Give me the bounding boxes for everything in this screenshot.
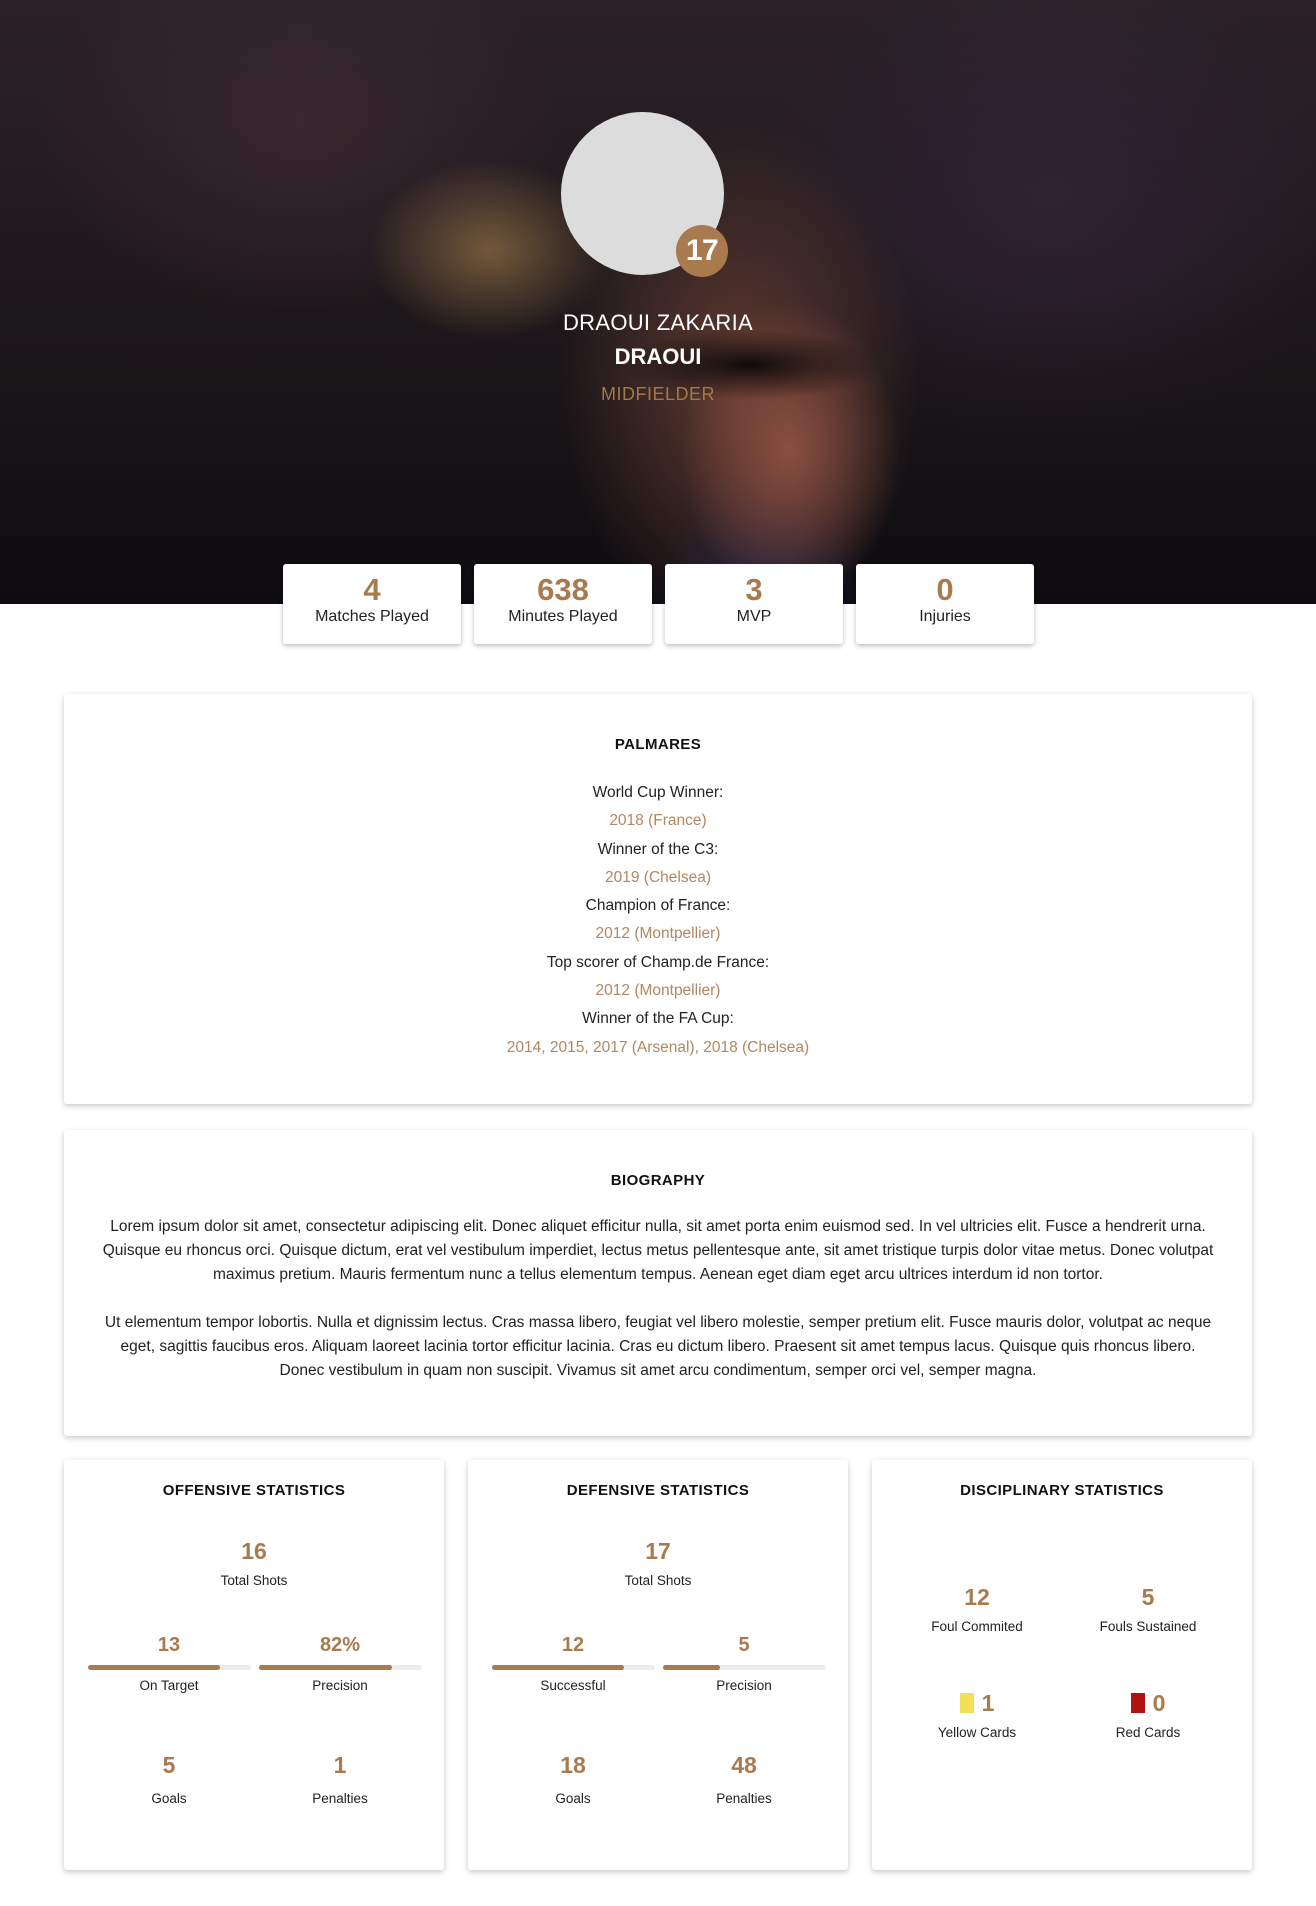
player-full-name: DRAOUI ZAKARIA [562, 310, 753, 335]
summary-value: 4 [363, 572, 381, 607]
on-target-stat: 13 On Target [84, 1634, 254, 1693]
precision-progress-bar [662, 1665, 826, 1670]
summary-cards: 4 Matches Played 638 Minutes Played 3 MV… [283, 564, 1034, 644]
stat-value: 5 [162, 1752, 176, 1778]
palmares-item-label: Winner of the C3: [597, 840, 719, 858]
precision-stat: 5 Precision [659, 1634, 829, 1693]
palmares-item-value: 2019 (Chelsea) [605, 868, 711, 886]
stat-value: 12 [964, 1584, 990, 1610]
stat-value-row: 0 [1063, 1690, 1233, 1717]
stat-label: Total Shots [220, 1573, 288, 1588]
fouls-sustained-stat: 5 Fouls Sustained [1063, 1584, 1233, 1634]
progress-fill [87, 1665, 220, 1670]
stat-label: Successful [540, 1678, 606, 1693]
stat-value-row: 1 [892, 1690, 1062, 1717]
stat-value: 16 [241, 1538, 267, 1564]
palmares-title: PALMARES [614, 736, 702, 753]
palmares-item-value: 2012 (Montpellier) [595, 982, 721, 1000]
goals-stat: 5 Goals [84, 1752, 254, 1806]
summary-label: Matches Played [315, 608, 429, 625]
stat-value: 48 [731, 1752, 757, 1778]
red-cards-stat: 0 Red Cards [1063, 1690, 1233, 1740]
total-shots-stat: 16 Total Shots [64, 1538, 444, 1588]
summary-value: 0 [936, 572, 954, 607]
disciplinary-statistics-panel: DISCIPLINARY STATISTICS 12 Foul Commited… [872, 1460, 1252, 1870]
palmares-item-value: 2018 (France) [609, 812, 707, 830]
stat-value: 0 [1152, 1690, 1166, 1716]
stat-value: 1 [333, 1752, 347, 1778]
stat-value: 17 [645, 1538, 671, 1564]
palmares-panel: PALMARES World Cup Winner: 2018 (France)… [64, 694, 1252, 1104]
stat-label: Precision [716, 1678, 772, 1693]
palmares-item-label: Winner of the FA Cup: [582, 1010, 734, 1028]
stat-value: 82% [319, 1634, 361, 1656]
jersey-number-badge: 17 [676, 225, 728, 277]
defensive-statistics-title: DEFENSIVE STATISTICS [566, 1482, 750, 1499]
goals-stat: 18 Goals [488, 1752, 658, 1806]
summary-label: Minutes Played [508, 608, 618, 625]
summary-value: 3 [745, 572, 763, 607]
on-target-progress-bar [87, 1665, 251, 1670]
player-avatar-container: 17 [561, 112, 728, 277]
stat-value: 12 [561, 1634, 585, 1656]
stat-label: Penalties [312, 1791, 368, 1806]
red-card-icon [1130, 1693, 1145, 1713]
stat-label: On Target [139, 1678, 199, 1693]
summary-value: 638 [537, 572, 589, 607]
stat-value: 13 [157, 1634, 181, 1656]
precision-progress-bar [258, 1665, 422, 1670]
stat-label: Precision [312, 1678, 368, 1693]
biography-panel: BIOGRAPHY Lorem ipsum dolor sit amet, co… [64, 1130, 1252, 1436]
successful-progress-bar [491, 1665, 655, 1670]
biography-text: Lorem ipsum dolor sit amet, consectetur … [100, 1215, 1216, 1383]
palmares-item-value: 2014, 2015, 2017 (Arsenal), 2018 (Chelse… [506, 1038, 810, 1056]
fouls-committed-stat: 12 Foul Commited [892, 1584, 1062, 1634]
progress-fill [258, 1665, 393, 1670]
yellow-card-icon [959, 1693, 974, 1713]
defensive-statistics-panel: DEFENSIVE STATISTICS 17 Total Shots 12 S… [468, 1460, 848, 1870]
offensive-statistics-panel: OFFENSIVE STATISTICS 16 Total Shots 13 O… [64, 1460, 444, 1870]
disciplinary-statistics-title: DISCIPLINARY STATISTICS [960, 1482, 1164, 1499]
stat-value: 1 [981, 1690, 995, 1716]
penalties-stat: 1 Penalties [255, 1752, 425, 1806]
biography-paragraph: Lorem ipsum dolor sit amet, consectetur … [102, 1218, 1214, 1283]
precision-stat: 82% Precision [255, 1634, 425, 1693]
summary-card-minutes: 638 Minutes Played [474, 564, 652, 644]
yellow-cards-stat: 1 Yellow Cards [892, 1690, 1062, 1740]
stat-label: Goals [151, 1791, 187, 1806]
biography-paragraph: Ut elementum tempor lobortis. Nulla et d… [104, 1314, 1212, 1379]
palmares-item-label: Top scorer of Champ.de France: [546, 953, 770, 971]
successful-stat: 12 Successful [488, 1634, 658, 1693]
total-shots-stat: 17 Total Shots [468, 1538, 848, 1588]
player-position: MIDFIELDER [600, 384, 715, 404]
player-short-name: DRAOUI [614, 344, 702, 369]
stat-label: Yellow Cards [937, 1725, 1017, 1740]
stat-label: Goals [555, 1791, 591, 1806]
stat-value: 18 [560, 1752, 586, 1778]
palmares-item-label: World Cup Winner: [592, 784, 724, 801]
palmares-list: World Cup Winner: 2018 (France) Winner o… [64, 779, 1252, 1062]
summary-card-mvp: 3 MVP [665, 564, 843, 644]
palmares-item-label: Champion of France: [585, 897, 731, 915]
progress-fill [491, 1665, 624, 1670]
stat-label: Red Cards [1115, 1725, 1181, 1740]
summary-label: MVP [736, 608, 772, 625]
hero-banner: 17 DRAOUI ZAKARIA DRAOUI MIDFIELDER [0, 0, 1316, 604]
stat-label: Fouls Sustained [1099, 1619, 1197, 1634]
biography-title: BIOGRAPHY [610, 1172, 706, 1189]
stat-value: 5 [1141, 1584, 1155, 1610]
stat-label: Total Shots [624, 1573, 692, 1588]
stat-value: 5 [738, 1634, 750, 1656]
summary-label: Injuries [919, 608, 971, 625]
stat-label: Penalties [716, 1791, 772, 1806]
summary-card-injuries: 0 Injuries [856, 564, 1034, 644]
progress-fill [662, 1665, 720, 1670]
summary-card-matches: 4 Matches Played [283, 564, 461, 644]
stat-label: Foul Commited [931, 1619, 1023, 1634]
offensive-statistics-title: OFFENSIVE STATISTICS [162, 1482, 346, 1499]
penalties-stat: 48 Penalties [659, 1752, 829, 1806]
palmares-item-value: 2012 (Montpellier) [595, 925, 721, 943]
